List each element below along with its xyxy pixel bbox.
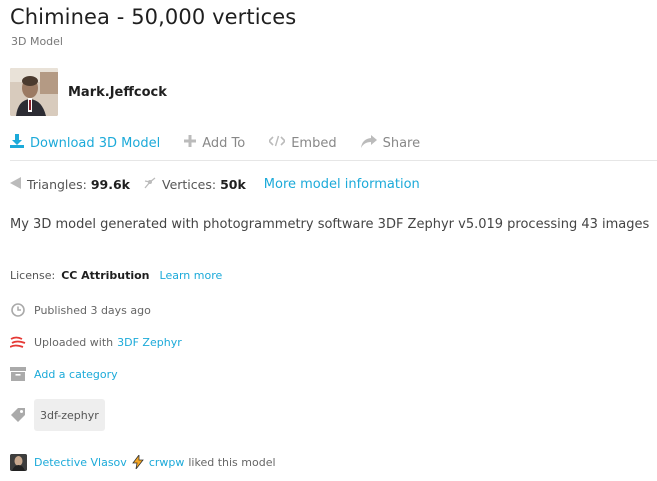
avatar[interactable] [10, 68, 58, 116]
license-row: License: CC Attribution Learn more [10, 269, 222, 282]
likes-suffix: liked this model [188, 455, 276, 469]
add-category-link[interactable]: Add a category [34, 368, 118, 381]
vertices-stat: Vertices: 50k [144, 177, 246, 192]
uploaded-prefix: Uploaded with [34, 335, 114, 349]
likes-row: Detective Vlasov crwpw liked this model [10, 453, 276, 471]
embed-label: Embed [291, 135, 337, 151]
vertices-label: Vertices: [161, 176, 217, 192]
learn-more-link[interactable]: Learn more [160, 269, 223, 282]
triangles-value: 99.6k [90, 176, 130, 192]
tag-icon [10, 407, 26, 423]
plus-icon [184, 135, 197, 151]
archive-icon [10, 366, 26, 382]
clock-icon [10, 302, 26, 318]
share-label: Share [382, 135, 421, 151]
download-icon [10, 134, 24, 152]
liker-link-1[interactable]: Detective Vlasov [34, 456, 127, 469]
author-block: Mark.Jeffcock [10, 68, 167, 116]
license-name[interactable]: CC Attribution [61, 269, 149, 282]
vertex-icon [144, 176, 156, 192]
more-model-info-link[interactable]: More model information [264, 177, 420, 192]
download-button[interactable]: Download 3D Model [10, 134, 160, 152]
model-stats: Triangles: 99.6k Vertices: 50k More mode… [10, 174, 420, 194]
model-description: My 3D model generated with photogrammetr… [10, 217, 650, 232]
license-label: License: [10, 269, 56, 282]
uploaded-row: Uploaded with 3DF Zephyr [10, 333, 182, 351]
divider [10, 160, 657, 161]
action-bar: Download 3D Model Add To Embed Share [10, 132, 444, 154]
author-name[interactable]: Mark.Jeffcock [68, 85, 167, 100]
lightning-icon [132, 455, 144, 469]
liker-link-2[interactable]: crwpw [149, 456, 185, 469]
download-label: Download 3D Model [30, 135, 161, 151]
add-to-label: Add To [202, 135, 246, 151]
triangles-stat: Triangles: 99.6k [10, 176, 130, 192]
category-row: Add a category [10, 365, 118, 383]
published-text: Published 3 days ago [34, 303, 151, 317]
share-button[interactable]: Share [360, 134, 421, 152]
triangle-icon [10, 176, 21, 192]
tag-icon-wrap [10, 406, 26, 424]
share-icon [360, 134, 377, 152]
zephyr-icon [10, 334, 26, 350]
triangles-label: Triangles: [27, 176, 87, 192]
add-to-button[interactable]: Add To [184, 135, 245, 151]
code-icon [268, 135, 287, 151]
model-type-label: 3D Model [11, 35, 63, 48]
zephyr-link[interactable]: 3DF Zephyr [117, 336, 182, 349]
vertices-value: 50k [220, 176, 246, 192]
tag-chip[interactable]: 3df-zephyr [34, 399, 105, 431]
model-title: Chiminea - 50,000 vertices [10, 5, 297, 29]
published-row: Published 3 days ago [10, 301, 151, 319]
liker-avatar[interactable] [10, 453, 27, 471]
embed-button[interactable]: Embed [268, 135, 337, 151]
